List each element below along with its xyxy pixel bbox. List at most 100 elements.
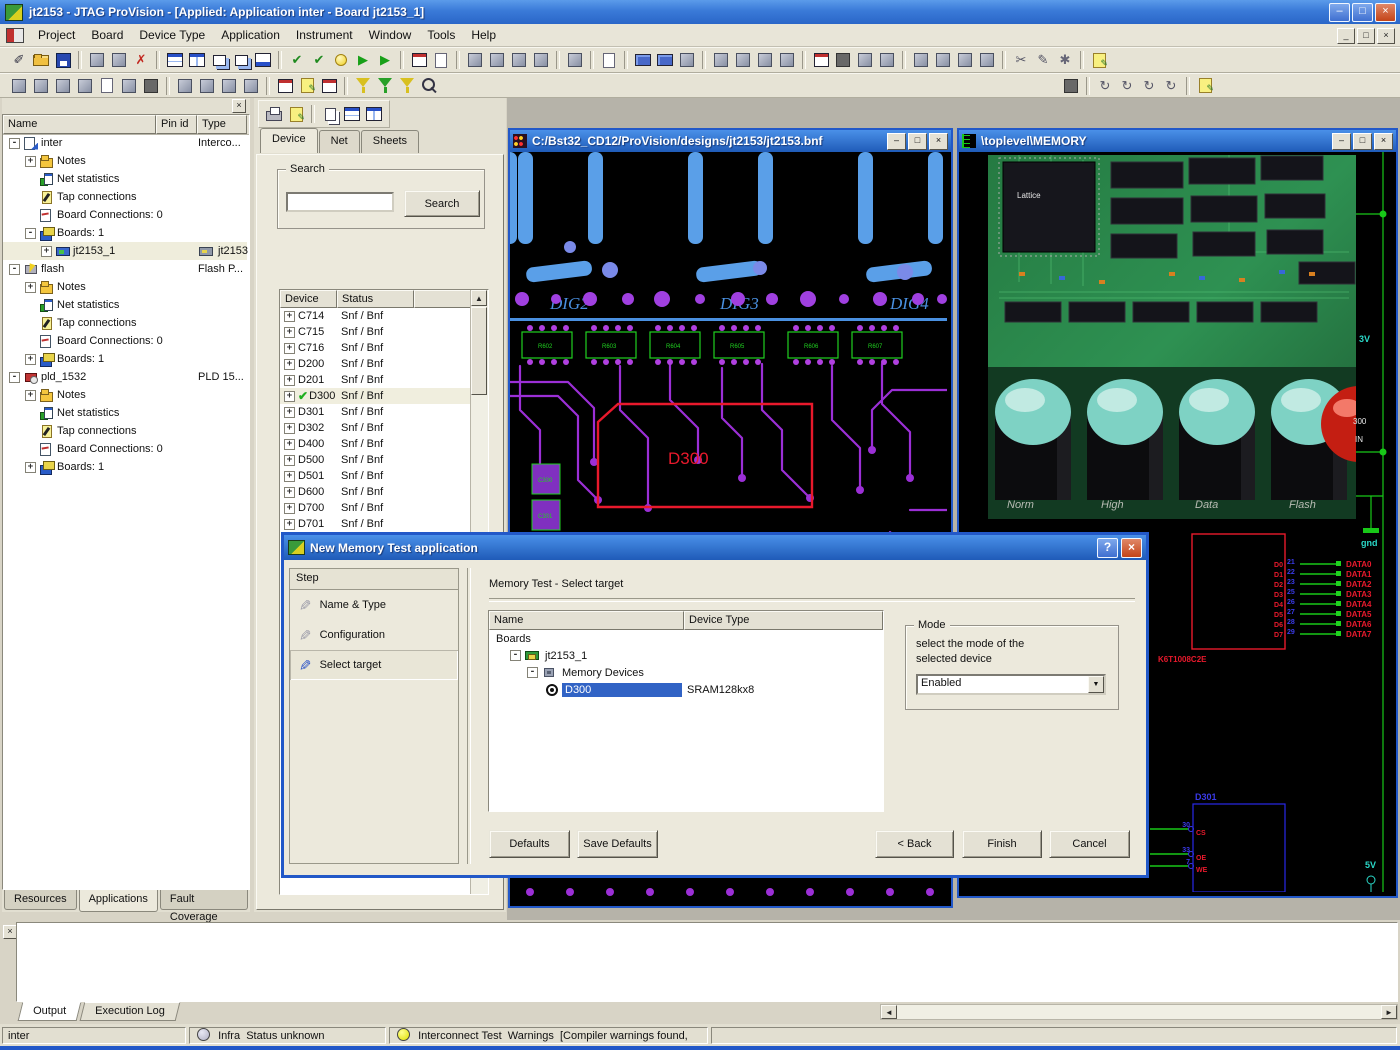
finish-button[interactable]: Finish bbox=[962, 830, 1042, 858]
menu-window[interactable]: Window bbox=[361, 24, 420, 47]
filter-yellow-icon[interactable] bbox=[353, 76, 373, 95]
split-vertical-icon[interactable] bbox=[364, 105, 384, 124]
cascade-windows-icon[interactable] bbox=[209, 51, 229, 70]
import-doc-icon[interactable] bbox=[599, 51, 619, 70]
device-row-d701[interactable]: +D701Snf / Bnf bbox=[280, 516, 488, 532]
tree-item-flash[interactable]: -flashFlash P... bbox=[3, 260, 247, 278]
window-bottom-icon[interactable] bbox=[253, 51, 273, 70]
probe-d-icon[interactable] bbox=[733, 51, 753, 70]
step-configuration[interactable]: ✎Configuration bbox=[290, 620, 458, 650]
menu-help[interactable]: Help bbox=[463, 24, 504, 47]
net-store-icon[interactable] bbox=[655, 51, 675, 70]
expander-minus-icon[interactable]: - bbox=[510, 650, 521, 661]
device-row-d500[interactable]: +D500Snf / Bnf bbox=[280, 452, 488, 468]
memory-window-titlebar[interactable]: \toplevel\MEMORY – □ × bbox=[959, 130, 1396, 152]
device-row-d300[interactable]: +✔D300Snf / Bnf bbox=[280, 388, 488, 404]
tap-probe-b-icon[interactable] bbox=[109, 51, 129, 70]
pcb-minimize-button[interactable]: – bbox=[887, 133, 906, 150]
expander-plus-icon[interactable]: + bbox=[25, 282, 36, 293]
column-name[interactable]: Name bbox=[489, 611, 684, 630]
expander-plus-icon[interactable]: + bbox=[284, 327, 295, 338]
step-select-target[interactable]: ✎Select target bbox=[290, 650, 458, 680]
device-row-c715[interactable]: +C715Snf / Bnf bbox=[280, 324, 488, 340]
device-remove-icon[interactable] bbox=[487, 51, 507, 70]
dialog-titlebar[interactable]: New Memory Test application ? × bbox=[284, 535, 1146, 560]
help-button[interactable]: ? bbox=[1097, 538, 1118, 558]
menu-application[interactable]: Application bbox=[213, 24, 288, 47]
device-row-d302[interactable]: +D302Snf / Bnf bbox=[280, 420, 488, 436]
expander-minus-icon[interactable]: - bbox=[9, 372, 20, 383]
net-cut-icon[interactable] bbox=[219, 76, 239, 95]
step-name-type[interactable]: ✎Name & Type bbox=[290, 590, 458, 620]
calendar-view-icon[interactable] bbox=[319, 76, 339, 95]
panel-grip[interactable]: × bbox=[2, 98, 250, 114]
device-row-d501[interactable]: +D501Snf / Bnf bbox=[280, 468, 488, 484]
tree-item-boards-1[interactable]: -Boards: 1 bbox=[3, 224, 247, 242]
new-window-icon[interactable] bbox=[231, 51, 251, 70]
menu-board[interactable]: Board bbox=[83, 24, 131, 47]
filter-green-icon[interactable] bbox=[375, 76, 395, 95]
stop-icon[interactable] bbox=[833, 51, 853, 70]
memory-close-button[interactable]: × bbox=[1374, 133, 1393, 150]
expander-plus-icon[interactable]: + bbox=[284, 503, 295, 514]
tree-item-inter[interactable]: -interInterco... bbox=[3, 134, 247, 152]
apply-run-icon[interactable]: ✔ bbox=[309, 51, 329, 70]
scroll-right-icon[interactable]: ► bbox=[1381, 1005, 1397, 1019]
tree-item-tap-connections[interactable]: Tap connections bbox=[3, 188, 247, 206]
open-project-icon[interactable] bbox=[31, 51, 51, 70]
save-defaults-button[interactable]: Save Defaults bbox=[577, 830, 658, 858]
dialog-tree-boards[interactable]: Boards bbox=[489, 630, 883, 647]
output-console[interactable] bbox=[16, 922, 1398, 1002]
dialog-close-button[interactable]: × bbox=[1121, 538, 1142, 558]
hint-icon[interactable] bbox=[331, 51, 351, 70]
shears-icon[interactable]: ✂ bbox=[1011, 51, 1031, 70]
tree-column-headers[interactable]: Name Pin id Type bbox=[3, 115, 249, 135]
scroll-up-icon[interactable]: ▲ bbox=[471, 290, 487, 306]
tab-applications[interactable]: Applications bbox=[79, 890, 158, 912]
device-row-c716[interactable]: +C716Snf / Bnf bbox=[280, 340, 488, 356]
expander-plus-icon[interactable]: + bbox=[25, 354, 36, 365]
column-type[interactable]: Type bbox=[197, 115, 247, 134]
menu-device-type[interactable]: Device Type bbox=[131, 24, 213, 47]
wave-edit-icon[interactable] bbox=[297, 76, 317, 95]
tree-item-notes[interactable]: +Notes bbox=[3, 278, 247, 296]
copy-view-icon[interactable] bbox=[320, 105, 340, 124]
expander-plus-icon[interactable]: + bbox=[284, 423, 295, 434]
pin-equal-icon[interactable] bbox=[933, 51, 953, 70]
tree-item-boards-1[interactable]: +Boards: 1 bbox=[3, 350, 247, 368]
device-table-headers[interactable]: Device Status bbox=[280, 290, 488, 308]
tree-item-notes[interactable]: +Notes bbox=[3, 152, 247, 170]
expander-minus-icon[interactable]: - bbox=[9, 264, 20, 275]
device-row-d400[interactable]: +D400Snf / Bnf bbox=[280, 436, 488, 452]
target-tree-headers[interactable]: Name Device Type bbox=[489, 611, 883, 630]
menu-box-icon[interactable] bbox=[855, 51, 875, 70]
apply-check-icon[interactable]: ✔ bbox=[287, 51, 307, 70]
column-status[interactable]: Status bbox=[337, 290, 414, 308]
net-up-icon[interactable] bbox=[633, 51, 653, 70]
tab-sheets[interactable]: Sheets bbox=[361, 130, 419, 153]
tab-device[interactable]: Device bbox=[260, 128, 318, 153]
expander-plus-icon[interactable]: + bbox=[284, 407, 295, 418]
device-row-d700[interactable]: +D700Snf / Bnf bbox=[280, 500, 488, 516]
menu-instrument[interactable]: Instrument bbox=[288, 24, 361, 47]
device-row-c714[interactable]: +C714Snf / Bnf bbox=[280, 308, 488, 324]
back-button[interactable]: < Back bbox=[875, 830, 954, 858]
expander-minus-icon[interactable]: - bbox=[9, 138, 20, 149]
device-auto-icon[interactable] bbox=[565, 51, 585, 70]
tree-item-boards-1[interactable]: +Boards: 1 bbox=[3, 458, 247, 476]
net-jump-icon[interactable] bbox=[53, 76, 73, 95]
grid-mode-icon[interactable] bbox=[31, 76, 51, 95]
run-icon[interactable]: ▶ bbox=[353, 51, 373, 70]
mdi-close-button[interactable]: × bbox=[1377, 28, 1395, 44]
menu-tools[interactable]: Tools bbox=[419, 24, 463, 47]
tile-vertical-icon[interactable] bbox=[187, 51, 207, 70]
tree-item-pld-1532[interactable]: -pld_1532PLD 15... bbox=[3, 368, 247, 386]
title-bar[interactable]: jt2153 - JTAG ProVision - [Applied: Appl… bbox=[0, 0, 1400, 24]
net-probe-icon[interactable] bbox=[75, 76, 95, 95]
rotate-d-icon[interactable]: ↻ bbox=[1161, 76, 1181, 95]
minimize-button[interactable]: – bbox=[1329, 3, 1350, 22]
expander-plus-icon[interactable]: + bbox=[284, 439, 295, 450]
pin-column-icon[interactable] bbox=[755, 51, 775, 70]
tree-item-tap-connections[interactable]: Tap connections bbox=[3, 422, 247, 440]
device-find-icon[interactable] bbox=[531, 51, 551, 70]
